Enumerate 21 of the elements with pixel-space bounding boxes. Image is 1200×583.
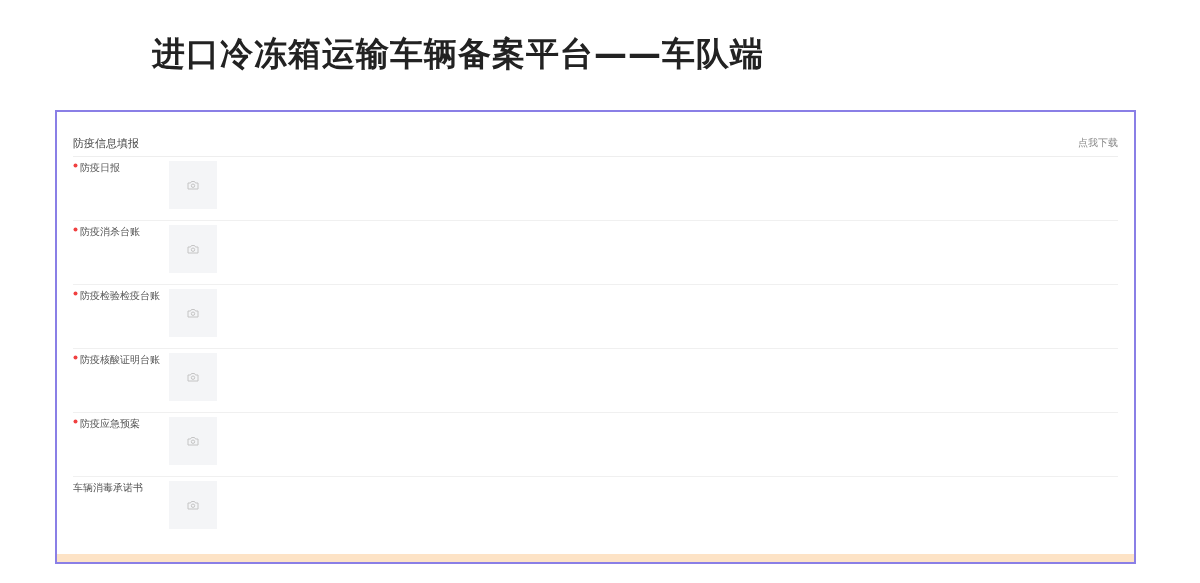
upload-box[interactable] <box>169 289 217 337</box>
field-label: 防疫检验检疫台账 <box>80 289 160 303</box>
camera-icon <box>187 244 199 254</box>
download-link[interactable]: 点我下载 <box>1078 136 1118 150</box>
page-title: 进口冷冻箱运输车辆备案平台——车队端 <box>152 33 764 75</box>
camera-icon <box>187 372 199 382</box>
camera-icon <box>187 500 199 510</box>
field-label: 防疫核酸证明台账 <box>80 353 160 367</box>
upload-box[interactable] <box>169 161 217 209</box>
upload-box[interactable] <box>169 353 217 401</box>
camera-icon <box>187 180 199 190</box>
upload-box[interactable] <box>169 481 217 529</box>
camera-icon <box>187 436 199 446</box>
upload-box[interactable] <box>169 225 217 273</box>
upload-box[interactable] <box>169 417 217 465</box>
field-label: 防疫应急预案 <box>80 417 140 431</box>
camera-icon <box>187 308 199 318</box>
field-label: 防疫日报 <box>80 161 120 175</box>
field-label: 防疫消杀台账 <box>80 225 140 239</box>
field-label: 车辆消毒承诺书 <box>73 481 143 495</box>
form-title: 防疫信息填报 <box>73 135 139 151</box>
